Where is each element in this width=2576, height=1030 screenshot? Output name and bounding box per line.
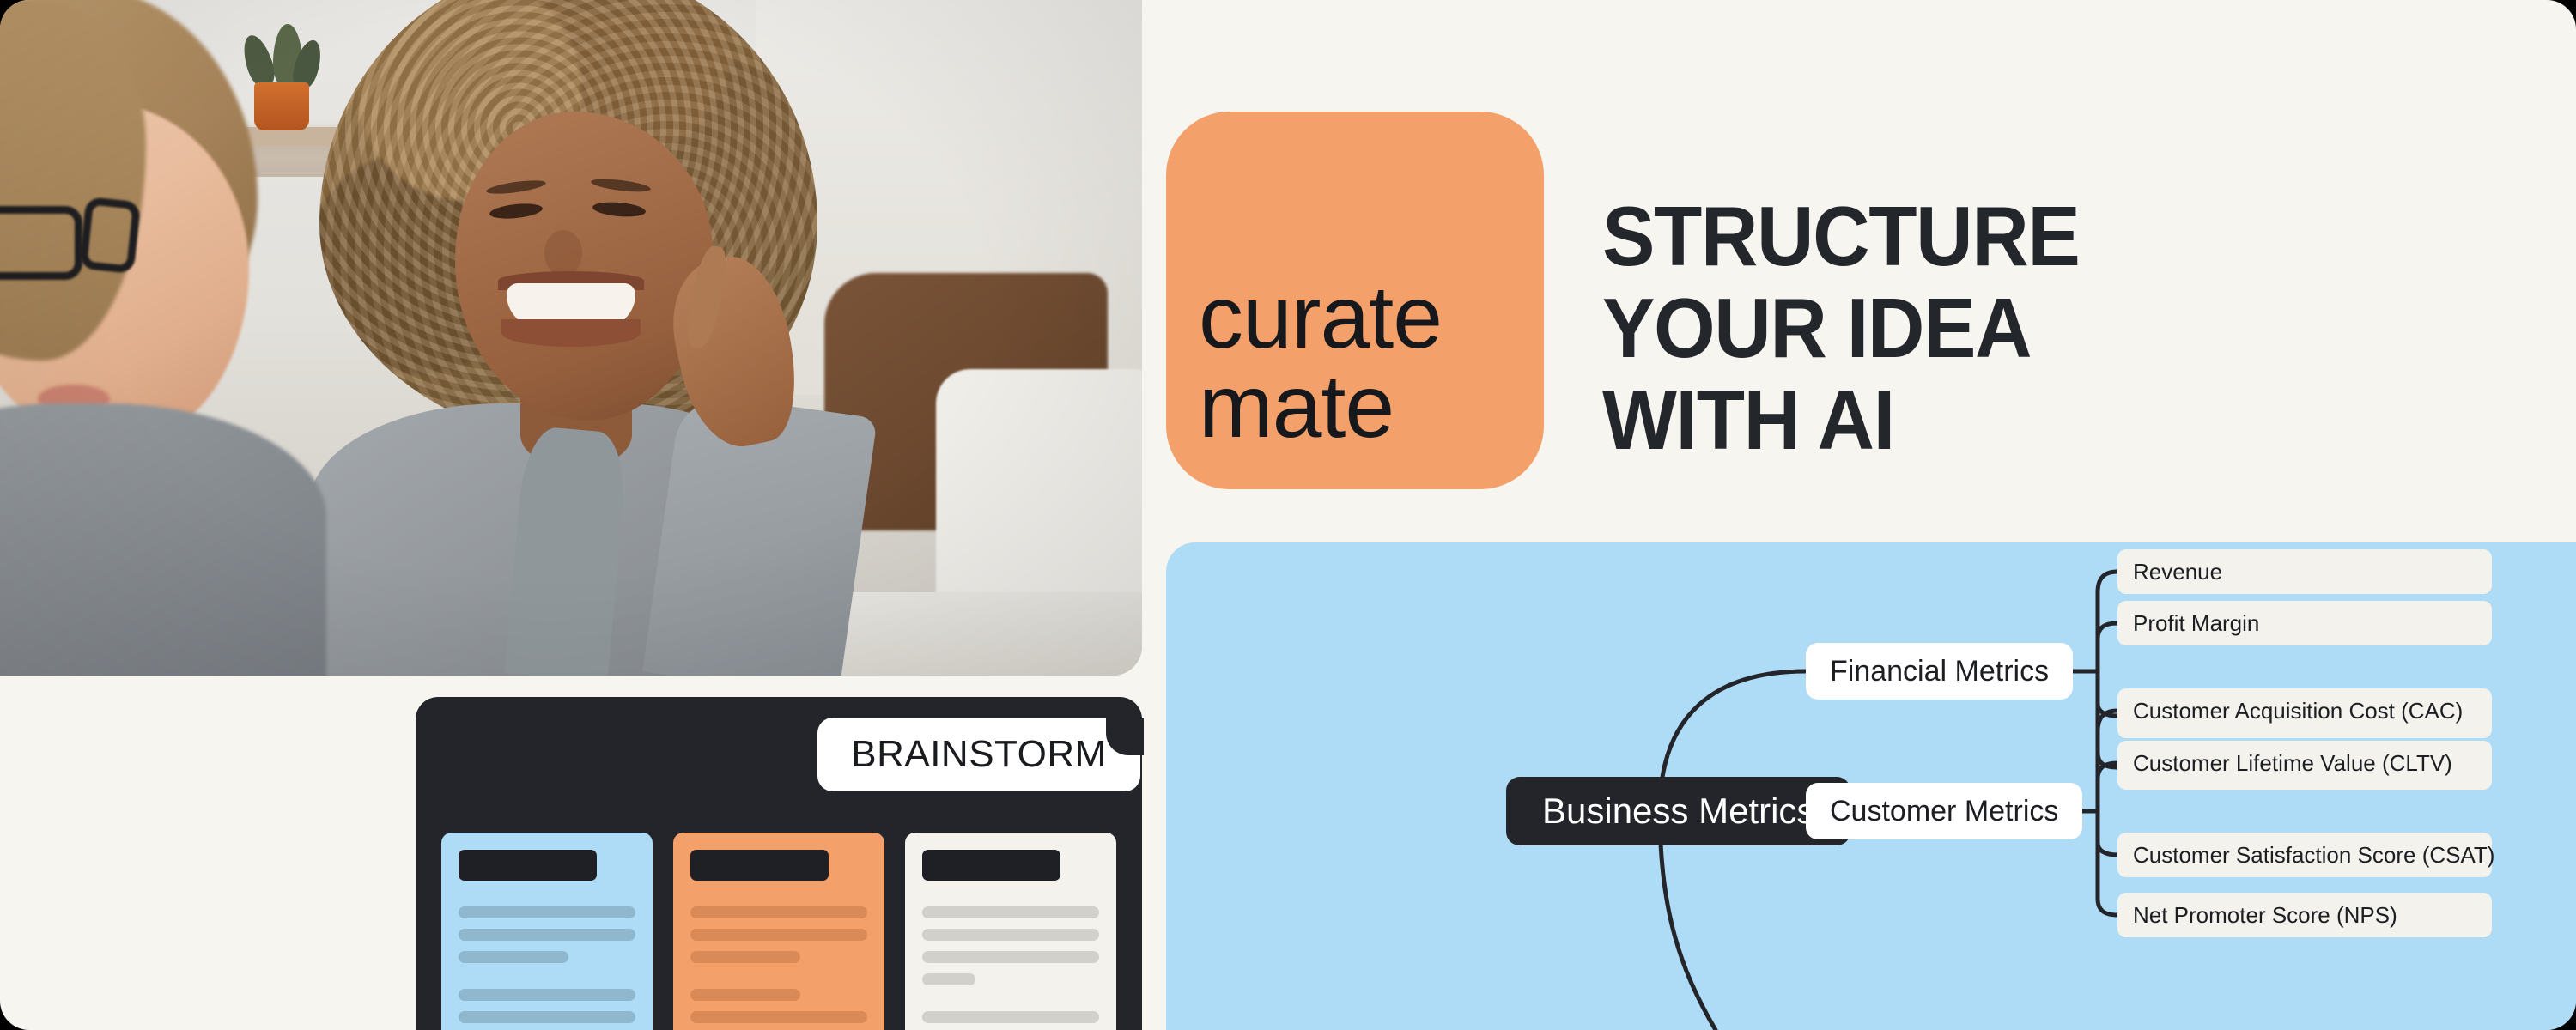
brainstorm-text-group — [459, 906, 635, 963]
brainstorm-text-group — [690, 989, 867, 1030]
curate-mate-logo: curate mate — [1166, 112, 1544, 489]
mindmap-leaf-profit-margin[interactable]: Profit Margin — [2117, 601, 2492, 645]
brainstorm-text-line — [459, 1011, 635, 1023]
logo-word-curate: curate — [1199, 268, 1443, 367]
mindmap-branch-label: Financial Metrics — [1830, 654, 2050, 688]
brainstorm-text-line — [922, 973, 975, 985]
brainstorm-text-line — [690, 1011, 867, 1023]
brainstorm-column-light[interactable] — [905, 833, 1116, 1030]
brainstorm-text-line — [690, 929, 867, 941]
brainstorm-text-line — [922, 929, 1099, 941]
brainstorm-text-group — [459, 989, 635, 1030]
brainstorm-text-line — [690, 906, 867, 918]
logo-word-mate: mate — [1199, 357, 1394, 457]
mindmap-leaf-label: Customer Satisfaction Score (CSAT) — [2133, 841, 2495, 868]
mindmap-leaf-label: Customer Lifetime Value (CLTV) — [2133, 749, 2452, 776]
mindmap-leaf-revenue[interactable]: Revenue — [2117, 549, 2492, 594]
brainstorm-column-orange[interactable] — [673, 833, 884, 1030]
connector-financial-leaf-1 — [2095, 569, 2120, 595]
mindmap-panel: Business Metrics Financial Metrics Custo… — [1166, 542, 2576, 1030]
brainstorm-text-line — [690, 989, 800, 1001]
brainstorm-tab[interactable]: BRAINSTORM — [817, 718, 1140, 791]
mindmap-leaf-nps[interactable]: Net Promoter Score (NPS) — [2117, 893, 2492, 937]
mindmap-leaf-label: Net Promoter Score (NPS) — [2133, 901, 2397, 928]
brainstorm-text-line — [690, 951, 800, 963]
mindmap-branch-financial-metrics[interactable]: Financial Metrics — [1806, 643, 2074, 700]
mindmap-leaf-label: Profit Margin — [2133, 609, 2260, 636]
mindmap-branch-label: Customer Metrics — [1830, 794, 2059, 827]
mindmap-root-node[interactable]: Business Metrics — [1506, 777, 1851, 845]
brainstorm-column-title-bar — [690, 850, 829, 881]
mindmap-leaf-label: Revenue — [2133, 558, 2223, 585]
brainstorm-column-title-bar — [922, 850, 1060, 881]
brainstorm-column-title-bar — [459, 850, 597, 881]
mindmap-leaf-csat[interactable]: Customer Satisfaction Score (CSAT) — [2117, 833, 2495, 877]
brainstorm-tab-label: BRAINSTORM — [851, 733, 1107, 775]
connector-customer-leaf-4 — [2095, 896, 2120, 918]
mindmap-leaf-cltv[interactable]: Customer Lifetime Value (CLTV) — [2117, 741, 2492, 785]
brainstorm-text-line — [922, 1011, 1099, 1023]
brainstorm-text-line — [459, 929, 635, 941]
mindmap-branch-customer-metrics[interactable]: Customer Metrics — [1806, 783, 2083, 839]
brainstorm-text-line — [922, 951, 1099, 963]
page-title: STRUCTURE YOUR IDEA WITH AI — [1602, 191, 2461, 465]
hero-photo — [0, 0, 1142, 676]
connector-customer-leaf-3 — [2095, 840, 2120, 857]
brainstorm-text-line — [459, 989, 635, 1001]
brainstorm-text-group — [922, 1011, 1099, 1030]
headline-line-3: WITH AI — [1602, 372, 1895, 467]
poster-canvas: BRAINSTORM curate mate STRUCTURE YOUR ID… — [0, 0, 2576, 1030]
headline-line-2: YOUR IDEA — [1602, 280, 2032, 375]
mindmap-root-label: Business Metrics — [1542, 791, 1815, 831]
brainstorm-text-line — [459, 951, 568, 963]
headline-line-1: STRUCTURE — [1602, 189, 2081, 283]
brainstorm-columns — [441, 833, 1116, 1030]
brainstorm-column-blue[interactable] — [441, 833, 653, 1030]
brainstorm-text-group — [922, 906, 1099, 985]
brainstorm-text-group — [690, 906, 867, 963]
mindmap-leaf-cac[interactable]: Customer Acquisition Cost (CAC) — [2117, 688, 2492, 733]
brainstorm-text-line — [922, 906, 1099, 918]
brainstorm-text-line — [459, 906, 635, 918]
connector-financial-leaf-2 — [2095, 621, 2120, 641]
mindmap-leaf-label: Customer Acquisition Cost (CAC) — [2133, 697, 2464, 724]
photo-vignette — [0, 0, 1142, 676]
